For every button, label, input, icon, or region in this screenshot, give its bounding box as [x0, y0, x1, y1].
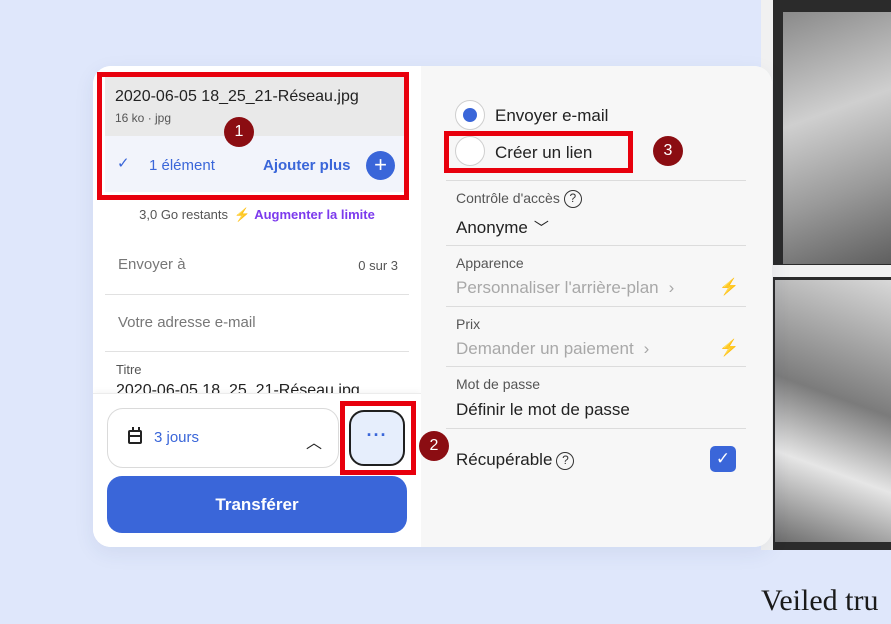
annotation-badge-1: 1: [224, 117, 254, 147]
title-label: Titre: [116, 362, 142, 377]
recipient-counter: 0 sur 3: [358, 258, 398, 273]
access-value: Anonyme: [456, 218, 528, 237]
bolt-icon: ⚡: [719, 340, 739, 357]
divider: [446, 306, 746, 307]
price-label: Prix: [456, 316, 481, 332]
chevron-up-icon: ︿: [306, 435, 323, 452]
help-icon[interactable]: ?: [556, 452, 575, 470]
access-control-text: Contrôle d'accès: [456, 190, 560, 206]
highlight-box-2: [340, 401, 416, 475]
bolt-icon: ⚡: [234, 207, 251, 222]
upgrade-limit-link[interactable]: Augmenter la limite: [254, 207, 375, 222]
bolt-icon: ⚡: [719, 279, 739, 296]
expiry-value: 3 jours: [154, 429, 200, 446]
storage-remaining: 3,0 Go restants: [139, 207, 229, 222]
appearance-label: Apparence: [456, 255, 524, 271]
send-to-label: Envoyer à: [118, 256, 186, 273]
highlight-box-3: [444, 131, 633, 173]
appearance-value: Personnaliser l'arrière-plan: [456, 278, 659, 297]
divider: [446, 245, 746, 246]
appearance-option[interactable]: Personnaliser l'arrière-plan ›: [456, 278, 674, 298]
transfer-button[interactable]: Transférer: [107, 476, 407, 533]
send-email-label[interactable]: Envoyer e-mail: [495, 106, 608, 126]
background-heading: Veiled tru: [761, 584, 879, 617]
divider: [446, 366, 746, 367]
recoverable-checkbox[interactable]: ✓: [710, 446, 736, 472]
chevron-down-icon: ﹀: [533, 220, 549, 237]
access-control-label: Contrôle d'accès?: [456, 190, 582, 208]
photo-separator: [761, 265, 891, 277]
storage-info: 3,0 Go restants ⚡ Augmenter la limite: [93, 207, 421, 223]
password-input[interactable]: Définir le mot de passe: [456, 400, 630, 420]
price-option[interactable]: Demander un paiement ›: [456, 339, 649, 359]
recoverable-label: Récupérable?: [456, 450, 575, 470]
email-field[interactable]: Votre adresse e-mail: [105, 295, 409, 352]
access-dropdown[interactable]: Anonyme ﹀: [456, 217, 549, 238]
help-icon[interactable]: ?: [563, 190, 582, 208]
calendar-icon: [128, 427, 142, 444]
chevron-right-icon: ›: [668, 278, 675, 297]
divider: [446, 428, 746, 429]
email-placeholder: Votre adresse e-mail: [118, 314, 256, 331]
annotation-badge-3: 3: [653, 136, 683, 166]
recoverable-text: Récupérable: [456, 450, 553, 469]
annotation-badge-2: 2: [419, 431, 449, 461]
expiry-selector[interactable]: 3 jours ︿: [107, 408, 339, 468]
price-value: Demander un paiement: [456, 339, 634, 358]
divider: [446, 180, 746, 181]
chevron-right-icon: ›: [643, 339, 650, 358]
radio-send-email[interactable]: [455, 100, 485, 130]
password-label: Mot de passe: [456, 376, 541, 392]
send-to-field[interactable]: Envoyer à 0 sur 3: [105, 234, 409, 295]
background-photo: [761, 0, 891, 550]
